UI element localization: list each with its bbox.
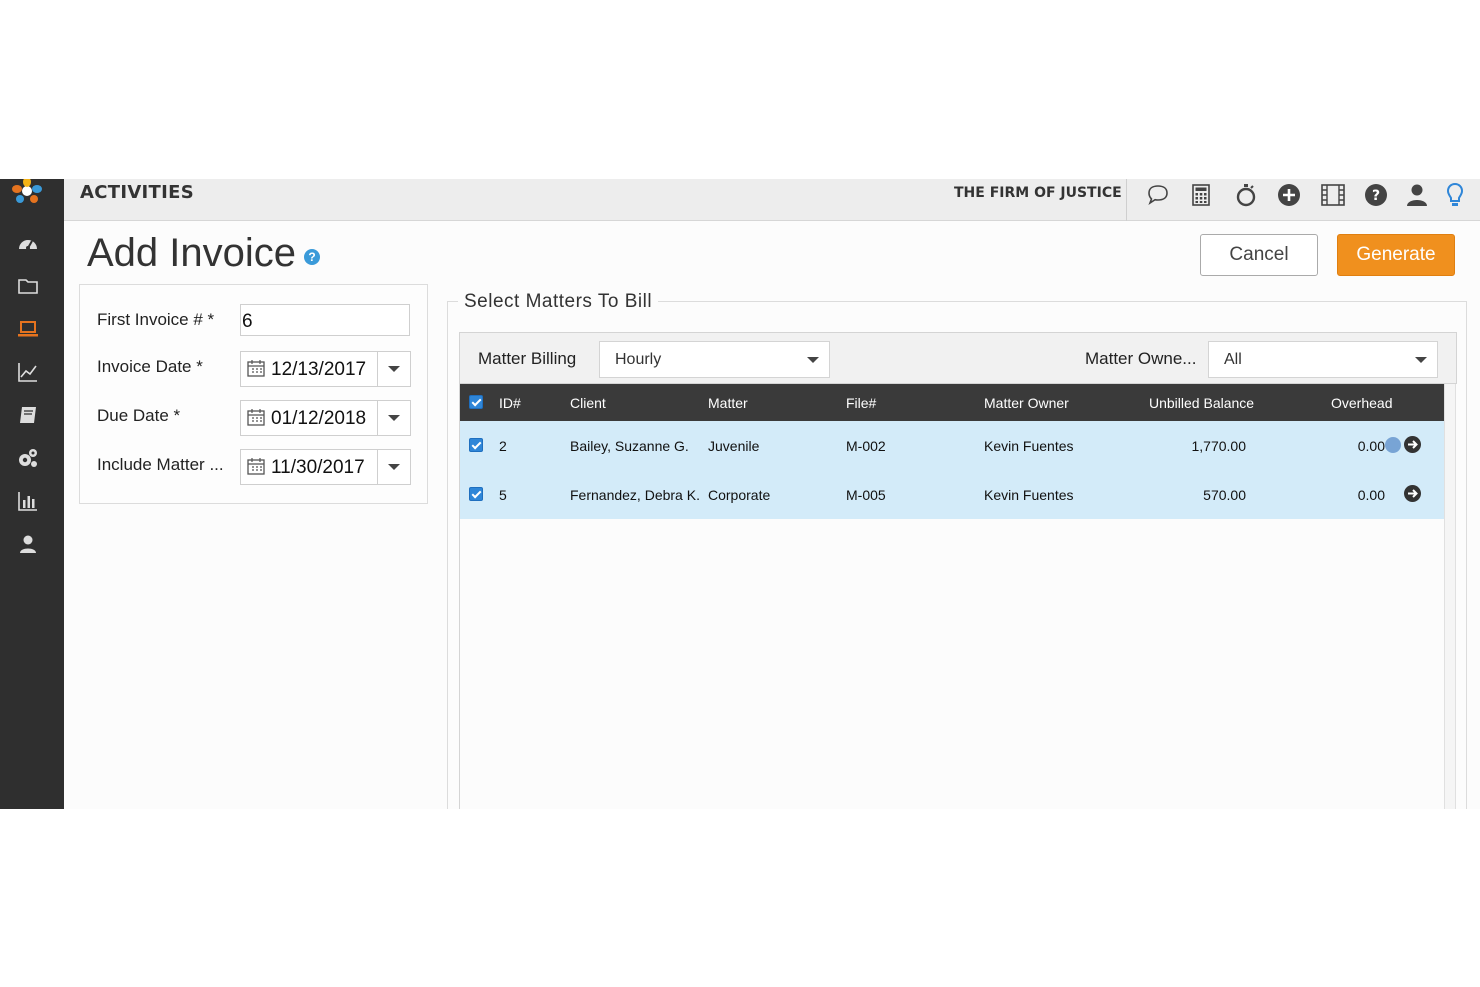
table-row[interactable]: 5 Fernandez, Debra K. Corporate M-005 Ke…	[460, 470, 1445, 519]
logo-icon[interactable]	[8, 179, 46, 209]
cell-overhead: 0.00	[1357, 487, 1385, 503]
calendar-icon	[247, 360, 265, 377]
calendar-icon	[247, 409, 265, 426]
book-icon[interactable]	[15, 404, 41, 426]
matter-billing-select[interactable]: Hourly	[599, 341, 830, 378]
chevron-down-icon	[388, 366, 400, 372]
matters-legend: Select Matters To Bill	[458, 291, 659, 313]
include-matter-field[interactable]: 11/30/2017	[240, 449, 411, 485]
cell-unbilled: 1,770.00	[1191, 438, 1247, 454]
film-icon[interactable]	[1319, 181, 1347, 209]
cell-matter: Corporate	[708, 487, 771, 503]
arrow-right-icon[interactable]	[1404, 485, 1421, 502]
section-title: ACTIVITIES	[80, 182, 194, 203]
matter-owner-select[interactable]: All	[1208, 341, 1438, 378]
contacts-icon[interactable]	[15, 533, 41, 555]
include-matter-value: 11/30/2017	[271, 457, 365, 478]
timer-icon[interactable]	[1232, 181, 1260, 209]
column-header-unbilled-balance[interactable]: Unbilled Balance	[1149, 395, 1254, 411]
help-badge-icon[interactable]: ?	[304, 249, 320, 265]
column-header-file[interactable]: File#	[846, 395, 876, 411]
firm-name[interactable]: THE FIRM OF JUSTICE	[954, 185, 1122, 201]
help-icon[interactable]: ?	[1362, 181, 1390, 209]
bar-chart-icon[interactable]	[15, 490, 41, 512]
column-header-overhead[interactable]: Overhead	[1331, 395, 1392, 411]
cancel-button[interactable]: Cancel	[1200, 234, 1318, 276]
calendar-icon	[247, 458, 265, 475]
first-invoice-input[interactable]: 6	[240, 304, 410, 336]
first-invoice-label: First Invoice # *	[97, 310, 215, 329]
folder-icon[interactable]	[15, 275, 41, 297]
invoice-form: First Invoice # * 6 Invoice Date * 12/13…	[79, 284, 428, 504]
include-matter-dropdown[interactable]	[377, 450, 410, 484]
cell-owner: Kevin Fuentes	[984, 487, 1074, 503]
select-all-checkbox[interactable]	[469, 395, 483, 409]
cell-matter: Juvenile	[708, 438, 760, 454]
matter-billing-value: Hourly	[615, 351, 662, 368]
column-header-matter-owner[interactable]: Matter Owner	[984, 395, 1069, 411]
invoice-date-dropdown[interactable]	[377, 352, 410, 386]
top-bar: ACTIVITIES THE FIRM OF JUSTICE ?	[64, 179, 1480, 221]
due-date-field[interactable]: 01/12/2018	[240, 400, 411, 436]
cell-id: 5	[499, 487, 507, 503]
column-header-matter[interactable]: Matter	[708, 395, 748, 411]
chevron-down-icon	[388, 415, 400, 421]
row-checkbox[interactable]	[469, 487, 483, 501]
calculator-icon[interactable]	[1187, 181, 1215, 209]
sidebar	[0, 179, 64, 809]
due-date-label: Due Date *	[97, 406, 181, 425]
filter-bar: Matter Billing Hourly Matter Owne... All	[459, 332, 1457, 384]
chart-icon[interactable]	[15, 361, 41, 383]
due-date-value: 01/12/2018	[271, 408, 367, 429]
lightbulb-icon[interactable]	[1441, 181, 1469, 209]
matter-owner-value: All	[1224, 351, 1242, 368]
invoice-date-field[interactable]: 12/13/2017	[240, 351, 411, 387]
chevron-down-icon	[1415, 357, 1427, 363]
cell-file: M-005	[846, 487, 886, 503]
chevron-down-icon	[807, 357, 819, 363]
cell-file: M-002	[846, 438, 886, 454]
invoice-date-label: Invoice Date *	[97, 357, 203, 376]
cell-client: Fernandez, Debra K.	[570, 487, 700, 503]
column-header-client[interactable]: Client	[570, 395, 606, 411]
mouse-cursor	[1385, 437, 1401, 453]
cell-owner: Kevin Fuentes	[984, 438, 1074, 454]
column-header-id[interactable]: ID#	[499, 395, 521, 411]
svg-text:?: ?	[1372, 188, 1380, 204]
app-window: ACTIVITIES THE FIRM OF JUSTICE ? Add Inv…	[0, 179, 1480, 809]
cell-client: Bailey, Suzanne G.	[570, 438, 689, 454]
arrow-right-icon[interactable]	[1404, 436, 1421, 453]
chevron-down-icon	[388, 464, 400, 470]
matter-billing-label: Matter Billing	[478, 349, 577, 368]
chat-icon[interactable]	[1144, 181, 1172, 209]
invoice-date-value: 12/13/2017	[271, 359, 367, 380]
user-icon[interactable]	[1403, 181, 1431, 209]
grid-scrollbar[interactable]	[1444, 384, 1456, 809]
matter-owner-label: Matter Owne...	[1085, 349, 1197, 368]
row-checkbox[interactable]	[469, 438, 483, 452]
laptop-icon[interactable]	[15, 318, 41, 340]
generate-button[interactable]: Generate	[1337, 234, 1455, 276]
add-icon[interactable]	[1275, 181, 1303, 209]
cell-id: 2	[499, 438, 507, 454]
cell-overhead: 0.00	[1357, 438, 1385, 454]
settings-icon[interactable]	[15, 447, 41, 469]
matters-grid: ID# Client Matter File# Matter Owner Unb…	[459, 384, 1445, 809]
dashboard-icon[interactable]	[15, 233, 41, 255]
table-row[interactable]: 2 Bailey, Suzanne G. Juvenile M-002 Kevi…	[460, 421, 1445, 470]
divider	[1126, 179, 1127, 221]
include-matter-label: Include Matter ...	[97, 455, 224, 474]
grid-header: ID# Client Matter File# Matter Owner Unb…	[460, 384, 1445, 421]
page-title: Add Invoice	[87, 231, 297, 275]
cell-unbilled: 570.00	[1203, 487, 1246, 503]
due-date-dropdown[interactable]	[377, 401, 410, 435]
